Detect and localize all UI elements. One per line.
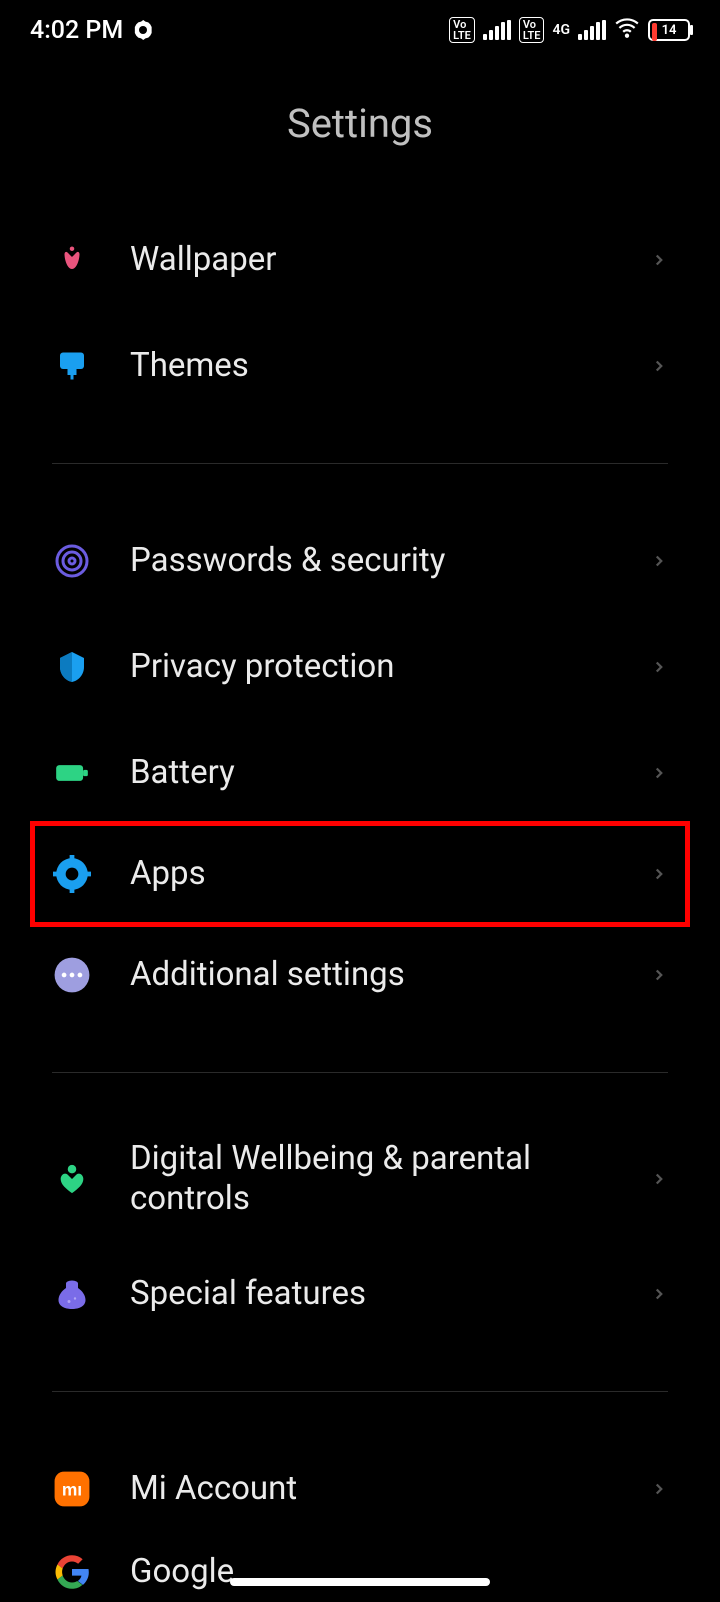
svg-text:mı: mı bbox=[62, 1479, 82, 1499]
row-privacy[interactable]: Privacy protection bbox=[52, 614, 668, 720]
page-title: Settings bbox=[0, 100, 720, 147]
chevron-right-icon bbox=[650, 1285, 668, 1303]
row-battery[interactable]: Battery bbox=[52, 720, 668, 826]
status-right: VoLTE VoLTE 4G 14 bbox=[449, 14, 690, 47]
row-apps[interactable]: Apps bbox=[52, 826, 668, 922]
chevron-right-icon bbox=[650, 764, 668, 782]
row-miaccount[interactable]: mı Mi Account bbox=[52, 1436, 668, 1542]
row-label: Apps bbox=[130, 854, 650, 894]
volte-icon: VoLTE bbox=[519, 17, 545, 43]
settings-group: Wallpaper Themes bbox=[0, 207, 720, 419]
row-label: Themes bbox=[130, 346, 650, 386]
chevron-right-icon bbox=[650, 357, 668, 375]
signal-icon bbox=[578, 20, 606, 40]
highlight-apps: Apps bbox=[30, 821, 690, 927]
row-label: Passwords & security bbox=[130, 541, 650, 581]
row-themes[interactable]: Themes bbox=[52, 313, 668, 419]
row-label: Privacy protection bbox=[130, 647, 650, 687]
apps-gear-icon bbox=[52, 854, 92, 894]
settings-group: Passwords & security Privacy protection … bbox=[0, 508, 720, 826]
wifi-icon bbox=[614, 14, 640, 47]
shield-icon bbox=[52, 647, 92, 687]
volte-icon: VoLTE bbox=[449, 17, 475, 43]
status-left: 4:02 PM bbox=[30, 16, 153, 45]
chevron-right-icon bbox=[650, 658, 668, 676]
row-special[interactable]: Special features bbox=[52, 1241, 668, 1347]
battery-icon bbox=[52, 753, 92, 793]
network-type: 4G bbox=[552, 22, 570, 38]
more-icon bbox=[52, 955, 92, 995]
gear-icon bbox=[133, 20, 153, 40]
mi-logo-icon: mı bbox=[52, 1469, 92, 1509]
google-icon bbox=[52, 1552, 92, 1592]
row-google[interactable]: Google bbox=[52, 1542, 668, 1602]
signal-icon bbox=[483, 20, 511, 40]
row-label: Additional settings bbox=[130, 955, 650, 995]
battery-icon: 14 bbox=[648, 19, 690, 41]
status-time: 4:02 PM bbox=[30, 16, 123, 45]
chevron-right-icon bbox=[650, 865, 668, 883]
row-wallpaper[interactable]: Wallpaper bbox=[52, 207, 668, 313]
chevron-right-icon bbox=[650, 1170, 668, 1188]
row-label: Wallpaper bbox=[130, 240, 650, 280]
row-passwords[interactable]: Passwords & security bbox=[52, 508, 668, 614]
row-label: Special features bbox=[130, 1274, 650, 1314]
row-additional[interactable]: Additional settings bbox=[52, 922, 668, 1028]
row-label: Digital Wellbeing & parental controls bbox=[130, 1139, 650, 1218]
status-bar: 4:02 PM VoLTE VoLTE 4G 14 bbox=[0, 0, 720, 60]
row-label: Battery bbox=[130, 753, 650, 793]
chevron-right-icon bbox=[650, 251, 668, 269]
home-indicator[interactable] bbox=[230, 1578, 490, 1586]
chevron-right-icon bbox=[650, 552, 668, 570]
row-label: Mi Account bbox=[130, 1469, 650, 1509]
settings-group: Digital Wellbeing & parental controls Sp… bbox=[0, 1117, 720, 1347]
wellbeing-icon bbox=[52, 1159, 92, 1199]
wallpaper-icon bbox=[52, 240, 92, 280]
chevron-right-icon bbox=[650, 966, 668, 984]
fingerprint-icon bbox=[52, 541, 92, 581]
row-wellbeing[interactable]: Digital Wellbeing & parental controls bbox=[52, 1117, 668, 1241]
settings-group: Additional settings bbox=[0, 922, 720, 1028]
themes-icon bbox=[52, 346, 92, 386]
flask-icon bbox=[52, 1274, 92, 1314]
battery-level: 14 bbox=[650, 23, 688, 38]
chevron-right-icon bbox=[650, 1480, 668, 1498]
